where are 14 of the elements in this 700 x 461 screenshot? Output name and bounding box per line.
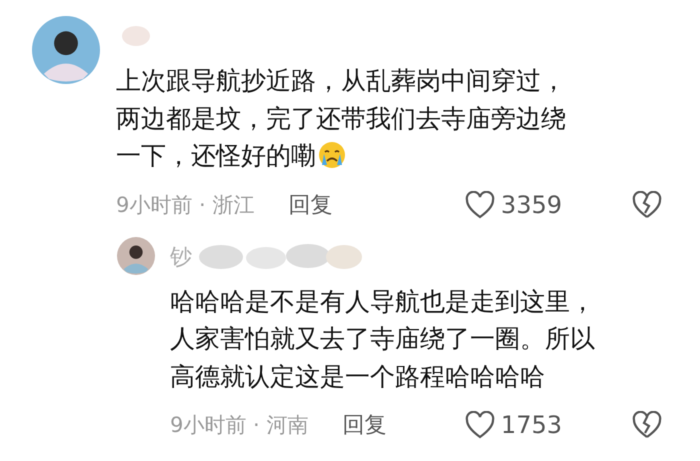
timestamp: 9小时前 · 河南 [170, 412, 308, 439]
heart-icon [464, 190, 495, 218]
like-button[interactable]: 3359 [464, 190, 562, 218]
avatar[interactable] [117, 236, 155, 274]
reply-button[interactable]: 回复 [342, 410, 386, 440]
heart-icon [464, 411, 495, 439]
avatar[interactable] [32, 16, 100, 84]
reply-button[interactable]: 回复 [288, 190, 332, 220]
comment-text: 上次跟导航抄近路，从乱葬岗中间穿过， 两边都是坟，完了还带我们去寺庙旁边绕 一下，还怪好的嘞 [116, 65, 567, 172]
comment-text: 哈哈哈是不是有人导航也是走到这里， 人家害怕就又去了寺庙绕了一圈。所以 高德就认定这是一个路程哈哈哈哈 [170, 286, 596, 392]
broken-heart-icon[interactable] [632, 411, 662, 439]
timestamp: 9小时前 · 浙江 [116, 192, 254, 218]
like-button[interactable]: 1753 [464, 411, 562, 439]
broken-heart-icon[interactable] [632, 190, 662, 218]
